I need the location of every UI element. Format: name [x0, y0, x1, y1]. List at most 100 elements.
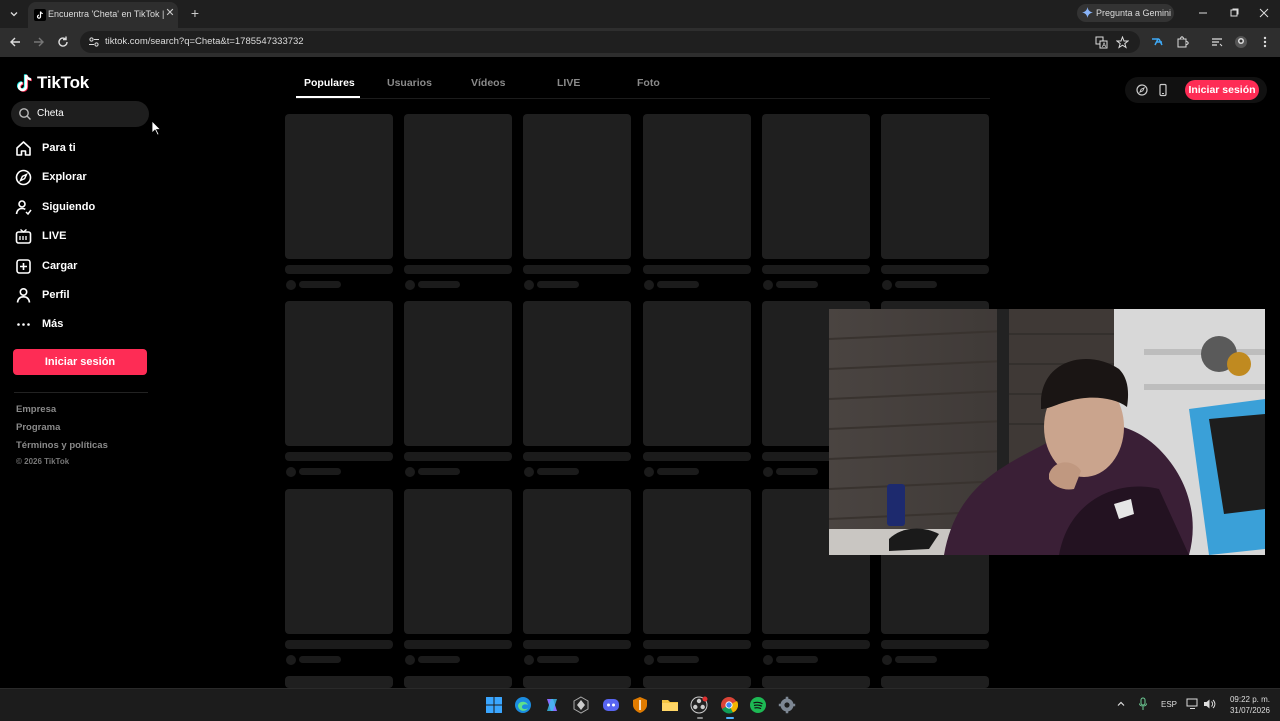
chevron-up-icon[interactable]	[1116, 699, 1126, 709]
language-indicator[interactable]: ESP	[1161, 700, 1177, 709]
browser-tab-active[interactable]: Encuentra 'Cheta' en TikTok | B… ✕	[28, 2, 178, 28]
avatar-placeholder	[405, 655, 415, 665]
extension-accent-icon[interactable]	[1150, 35, 1164, 49]
caption-placeholder	[285, 265, 393, 274]
sidebar-item-mas[interactable]: Más	[14, 314, 154, 334]
chrome-icon[interactable]	[720, 696, 738, 714]
username-placeholder	[895, 281, 937, 288]
sidebar-divider	[14, 392, 148, 393]
sidebar-item-explorar[interactable]: Explorar	[14, 167, 154, 187]
username-placeholder	[776, 468, 818, 475]
network-icon[interactable]	[1186, 698, 1199, 710]
video-card-placeholder[interactable]	[285, 301, 393, 446]
copilot-icon[interactable]	[543, 696, 561, 714]
gemini-sparkle-icon	[1082, 7, 1093, 18]
shield-app-icon[interactable]	[631, 696, 649, 714]
volume-icon[interactable]	[1203, 698, 1216, 710]
back-arrow-icon[interactable]	[8, 35, 22, 49]
windows-start-icon[interactable]	[485, 696, 503, 714]
tab-close-button[interactable]: ✕	[164, 7, 176, 19]
tab-usuarios[interactable]: Usuarios	[387, 77, 432, 89]
video-card-placeholder[interactable]	[643, 676, 751, 688]
compass-icon	[14, 168, 32, 186]
edge-icon[interactable]	[514, 696, 532, 714]
close-icon	[1259, 8, 1269, 18]
video-card-placeholder[interactable]	[404, 676, 512, 688]
spotify-icon[interactable]	[749, 696, 767, 714]
tab-search-menu-button[interactable]	[5, 5, 23, 23]
minimize-button[interactable]	[1195, 6, 1211, 20]
maximize-button[interactable]	[1226, 6, 1242, 20]
tiktok-page: TikTok Cheta Para ti Explorar Siguiendo …	[0, 57, 1280, 688]
video-card-placeholder[interactable]	[285, 489, 393, 634]
video-card-placeholder[interactable]	[881, 114, 989, 259]
sidebar-item-label: LIVE	[42, 230, 67, 242]
system-clock[interactable]: 09:22 p. m. 31/07/2026	[1222, 694, 1270, 716]
forward-arrow-icon[interactable]	[32, 35, 46, 49]
video-card-placeholder[interactable]	[523, 114, 631, 259]
obs-icon[interactable]	[690, 696, 708, 714]
video-card-placeholder[interactable]	[523, 489, 631, 634]
video-card-placeholder[interactable]	[523, 676, 631, 688]
sidebar-item-cargar[interactable]: Cargar	[14, 256, 154, 276]
gemini-button[interactable]: Pregunta a Gemini	[1077, 4, 1174, 22]
clock-time: 09:22 p. m.	[1229, 695, 1270, 704]
video-card-placeholder[interactable]	[881, 676, 989, 688]
header-login-button[interactable]: Iniciar sesión	[1185, 80, 1259, 100]
site-info-icon[interactable]	[88, 36, 100, 48]
tab-foto[interactable]: Foto	[637, 77, 660, 89]
footer-link-programa[interactable]: Programa	[16, 422, 60, 433]
tab-populares[interactable]: Populares	[304, 77, 355, 89]
avatar-placeholder	[763, 280, 773, 290]
tiktok-favicon-icon	[34, 9, 46, 21]
discord-icon[interactable]	[602, 696, 620, 714]
video-card-placeholder[interactable]	[643, 489, 751, 634]
username-placeholder	[776, 281, 818, 288]
footer-link-empresa[interactable]: Empresa	[16, 404, 56, 415]
live-icon	[14, 227, 32, 245]
tab-live[interactable]: LIVE	[557, 77, 580, 89]
more-vertical-icon[interactable]	[1258, 35, 1272, 49]
video-card-placeholder[interactable]	[762, 676, 870, 688]
sidebar-item-para-ti[interactable]: Para ti	[14, 138, 154, 158]
settings-gear-icon[interactable]	[778, 696, 796, 714]
video-card-placeholder[interactable]	[643, 114, 751, 259]
caption-placeholder	[523, 265, 631, 274]
avatar-placeholder	[644, 655, 654, 665]
sidebar-login-button[interactable]: Iniciar sesión	[13, 349, 147, 375]
webcam-overlay	[829, 309, 1265, 555]
bookmark-star-icon[interactable]	[1116, 36, 1129, 49]
video-card-placeholder[interactable]	[285, 114, 393, 259]
search-input[interactable]: Cheta	[11, 101, 149, 127]
profile-avatar-icon[interactable]	[1234, 35, 1248, 49]
tiktok-logo[interactable]: TikTok	[16, 71, 89, 95]
address-bar[interactable]: tiktok.com/search?q=Cheta&t=178554733373…	[80, 31, 1140, 53]
reload-icon[interactable]	[56, 35, 70, 49]
sidebar-item-siguiendo[interactable]: Siguiendo	[14, 197, 154, 217]
extensions-puzzle-icon[interactable]	[1175, 35, 1189, 49]
tab-videos[interactable]: Vídeos	[471, 77, 505, 89]
explore-compass-icon[interactable]	[1135, 83, 1149, 97]
video-card-placeholder[interactable]	[404, 114, 512, 259]
video-card-placeholder[interactable]	[404, 301, 512, 446]
new-tab-button[interactable]: +	[188, 6, 202, 20]
translate-icon[interactable]: A	[1095, 36, 1108, 49]
close-window-button[interactable]	[1256, 6, 1272, 20]
video-card-placeholder[interactable]	[643, 301, 751, 446]
sidebar-item-live[interactable]: LIVE	[14, 226, 154, 246]
cursor-app-icon[interactable]	[572, 696, 590, 714]
phone-app-icon[interactable]	[1156, 83, 1170, 97]
footer-link-terminos[interactable]: Términos y políticas	[16, 440, 108, 451]
caption-placeholder	[643, 452, 751, 461]
sidebar-item-perfil[interactable]: Perfil	[14, 285, 154, 305]
active-tab-indicator	[296, 96, 360, 98]
url-text: tiktok.com/search?q=Cheta&t=178554733373…	[105, 36, 304, 47]
microphone-icon[interactable]	[1138, 697, 1148, 711]
reading-list-icon[interactable]	[1210, 35, 1224, 49]
video-card-placeholder[interactable]	[285, 676, 393, 688]
username-placeholder	[537, 656, 579, 663]
video-card-placeholder[interactable]	[404, 489, 512, 634]
file-explorer-icon[interactable]	[661, 696, 679, 714]
video-card-placeholder[interactable]	[762, 114, 870, 259]
video-card-placeholder[interactable]	[523, 301, 631, 446]
